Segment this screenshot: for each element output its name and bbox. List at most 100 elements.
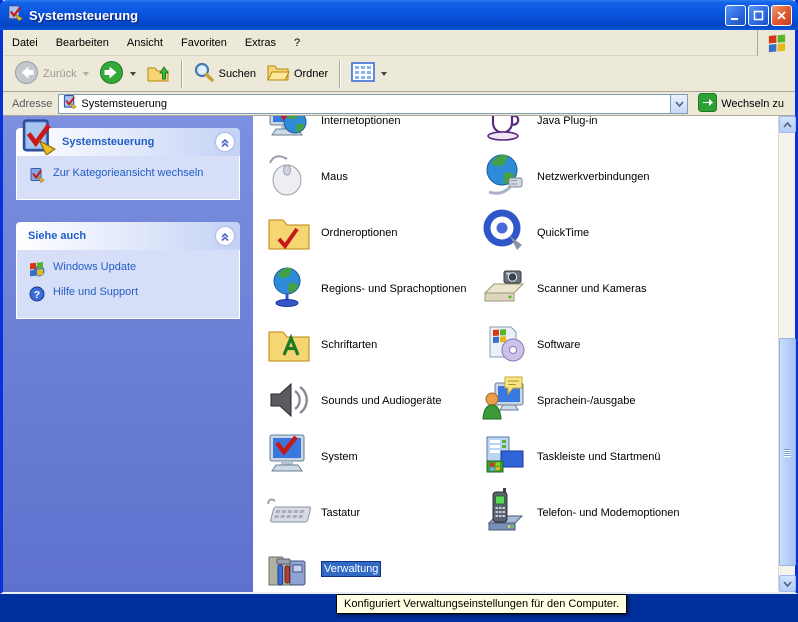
views-button[interactable] — [346, 60, 392, 87]
phone-modem-icon — [481, 487, 529, 540]
internet-options-icon — [265, 116, 313, 148]
control-panel-item[interactable]: Internetoptionen — [265, 116, 470, 149]
folder-options-icon — [265, 207, 313, 260]
item-label: Tastatur — [321, 507, 360, 519]
folders-label: Ordner — [294, 68, 328, 80]
up-folder-icon — [146, 60, 170, 87]
item-label: Telefon- und Modemoptionen — [537, 507, 679, 519]
item-list: InternetoptionenMaus Ordneroptionen Region… — [253, 116, 781, 592]
address-input[interactable]: Systemsteuerung — [58, 94, 688, 114]
control-panel-item[interactable]: Verwaltung — [265, 541, 470, 592]
item-label: Verwaltung — [321, 561, 381, 577]
scrollbar-grip — [784, 448, 791, 457]
forward-dropdown-icon[interactable] — [130, 72, 136, 76]
item-label: Sounds und Audiogeräte — [321, 395, 442, 407]
menu-item-bearbeiten[interactable]: Bearbeiten — [47, 33, 118, 53]
task-link[interactable]: ?Hilfe und Support — [29, 283, 229, 308]
vertical-scrollbar[interactable] — [778, 116, 795, 592]
item-label: Sprachein-/ausgabe — [537, 395, 635, 407]
svg-text:?: ? — [34, 289, 40, 301]
control-panel-item[interactable]: Regions- und Sprachoptionen — [265, 261, 470, 317]
fonts-icon — [265, 319, 313, 372]
close-button[interactable] — [771, 5, 792, 26]
control-panel-icon — [6, 4, 23, 26]
task-link[interactable]: Windows Update — [29, 258, 229, 283]
toolbar: Zurück Suchen Ordner — [3, 56, 795, 92]
pane-title: Systemsteuerung — [62, 136, 154, 148]
tooltip: Konfiguriert Verwaltungseinstellungen fü… — [336, 594, 627, 614]
control-panel-item[interactable]: Maus — [265, 149, 470, 205]
views-dropdown-icon[interactable] — [381, 72, 387, 76]
chevron-up-icon[interactable] — [216, 227, 234, 245]
search-icon — [193, 61, 215, 86]
up-button[interactable] — [141, 58, 175, 89]
pane-header-siehe-auch[interactable]: Siehe auch — [16, 222, 240, 250]
forward-button[interactable] — [94, 58, 141, 90]
control-panel-item[interactable]: Tastatur — [265, 485, 470, 541]
java-plugin-icon — [481, 116, 529, 148]
back-dropdown-icon[interactable] — [83, 72, 89, 76]
item-label: Ordneroptionen — [321, 227, 397, 239]
scroll-down-button[interactable] — [779, 575, 796, 592]
control-panel-item[interactable]: Ordneroptionen — [265, 205, 470, 261]
category-view-icon — [29, 167, 45, 186]
menu-bar: DateiBearbeitenAnsichtFavoritenExtras? — [3, 30, 795, 56]
help-icon: ? — [29, 286, 45, 305]
control-panel-item[interactable]: Netzwerkverbindungen — [481, 149, 771, 205]
regional-options-icon — [265, 263, 313, 316]
menu-item-ansicht[interactable]: Ansicht — [118, 33, 172, 53]
menu-item-favoriten[interactable]: Favoriten — [172, 33, 236, 53]
tooltip-text: Konfiguriert Verwaltungseinstellungen fü… — [344, 598, 619, 610]
control-panel-item[interactable]: System — [265, 429, 470, 485]
item-label: Taskleiste und Startmenü — [537, 451, 661, 463]
control-panel-large-icon — [18, 117, 56, 160]
folders-icon — [266, 61, 290, 86]
mouse-icon — [265, 151, 313, 204]
search-button[interactable]: Suchen — [188, 59, 261, 88]
control-panel-item[interactable]: Scanner und Kameras — [481, 261, 771, 317]
chevron-up-icon[interactable] — [216, 133, 234, 151]
system-icon — [265, 431, 313, 484]
software-icon — [481, 319, 529, 372]
control-panel-item[interactable]: Schriftarten — [265, 317, 470, 373]
see-also-pane: Siehe auch Windows Update?Hilfe und Supp… — [16, 222, 240, 319]
item-label: Scanner und Kameras — [537, 283, 646, 295]
back-button[interactable]: Zurück — [9, 58, 94, 90]
scrollbar-thumb[interactable] — [779, 338, 796, 566]
control-panel-item[interactable]: Sounds und Audiogeräte — [265, 373, 470, 429]
task-link[interactable]: Zur Kategorieansicht wechseln — [29, 164, 229, 189]
control-panel-item[interactable]: Java Plug-in — [481, 116, 771, 149]
toolbar-separator — [181, 60, 182, 88]
toolbar-separator — [339, 60, 340, 88]
address-dropdown-button[interactable] — [670, 95, 687, 113]
network-connections-icon — [481, 151, 529, 204]
task-link-label: Zur Kategorieansicht wechseln — [53, 167, 203, 179]
back-icon — [14, 60, 39, 88]
explorer-window: Systemsteuerung DateiBearbeitenAnsichtFa… — [0, 0, 798, 594]
control-panel-item[interactable]: Software — [481, 317, 771, 373]
admin-tools-icon — [265, 543, 313, 593]
scroll-up-button[interactable] — [779, 116, 796, 133]
address-value: Systemsteuerung — [81, 98, 670, 110]
back-label: Zurück — [43, 68, 77, 80]
quicktime-icon — [481, 207, 529, 260]
item-label: System — [321, 451, 358, 463]
item-label: QuickTime — [537, 227, 589, 239]
windows-update-icon — [29, 261, 45, 280]
views-icon — [351, 62, 375, 85]
go-button[interactable]: Wechseln zu — [688, 93, 792, 115]
maximize-button[interactable] — [748, 5, 769, 26]
control-panel-item[interactable]: Taskleiste und Startmenü — [481, 429, 771, 485]
control-panel-item[interactable]: QuickTime — [481, 205, 771, 261]
menu-item-extras[interactable]: Extras — [236, 33, 285, 53]
go-label: Wechseln zu — [721, 98, 784, 110]
item-label: Java Plug-in — [537, 116, 598, 127]
menu-item-[interactable]: ? — [285, 33, 309, 53]
minimize-button[interactable] — [725, 5, 746, 26]
pane-title: Siehe auch — [28, 230, 86, 242]
folders-button[interactable]: Ordner — [261, 59, 333, 88]
menu-item-datei[interactable]: Datei — [3, 33, 47, 53]
control-panel-item[interactable]: Telefon- und Modemoptionen — [481, 485, 771, 541]
control-panel-item[interactable]: Sprachein-/ausgabe — [481, 373, 771, 429]
forward-icon — [99, 60, 124, 88]
